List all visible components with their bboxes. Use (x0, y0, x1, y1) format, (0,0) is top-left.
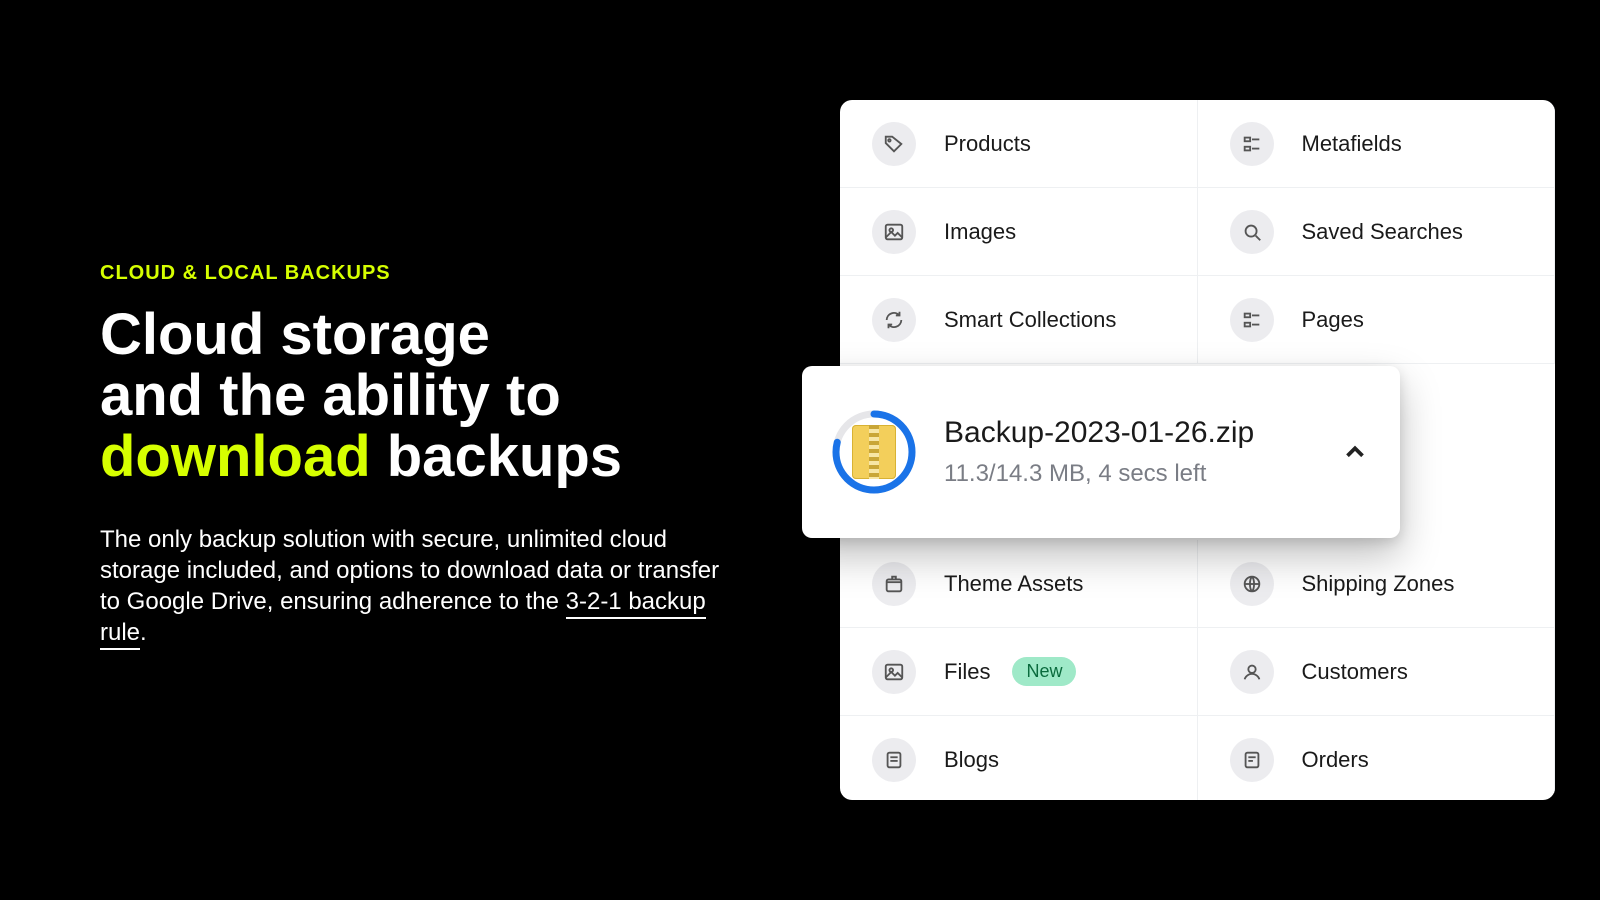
panel-item-label: Customers (1302, 659, 1408, 685)
eyebrow: CLOUD & LOCAL BACKUPS (100, 262, 720, 285)
headline-line2: and the ability to (100, 363, 561, 428)
panel-item-orders[interactable]: Orders (1198, 716, 1556, 800)
panel-item-saved-searches[interactable]: Saved Searches (1198, 188, 1556, 276)
body-text: The only backup solution with secure, un… (100, 524, 720, 649)
panel-item-label: Files (944, 659, 990, 685)
tag-icon (872, 122, 916, 166)
hero-text: CLOUD & LOCAL BACKUPS Cloud storage and … (100, 262, 720, 648)
download-filename: Backup-2023-01-26.zip (944, 416, 1254, 450)
panel-item-metafields[interactable]: Metafields (1198, 100, 1556, 188)
panel-item-label: Products (944, 131, 1031, 157)
panel-item-customers[interactable]: Customers (1198, 628, 1556, 716)
panel-item-label: Images (944, 219, 1016, 245)
panel-item-label: Saved Searches (1302, 219, 1463, 245)
download-status: 11.3/14.3 MB, 4 secs left (944, 460, 1254, 488)
panel-item-label: Blogs (944, 747, 999, 773)
panel-item-label: Pages (1302, 307, 1364, 333)
headline-accent: download (100, 424, 371, 489)
refresh-icon (872, 298, 916, 342)
panel-item-smart-collections[interactable]: Smart Collections (840, 276, 1198, 364)
download-card[interactable]: Backup-2023-01-26.zip 11.3/14.3 MB, 4 se… (802, 366, 1400, 538)
image-icon (872, 210, 916, 254)
panel-item-products[interactable]: Products (840, 100, 1198, 188)
panel-item-theme-assets[interactable]: Theme Assets (840, 540, 1198, 628)
panel-item-label: Shipping Zones (1302, 571, 1455, 597)
panel-item-images[interactable]: Images (840, 188, 1198, 276)
panel-item-label: Orders (1302, 747, 1369, 773)
globe-icon (1230, 562, 1274, 606)
search-icon (1230, 210, 1274, 254)
list-icon (1230, 122, 1274, 166)
download-text: Backup-2023-01-26.zip 11.3/14.3 MB, 4 se… (944, 416, 1254, 488)
panel-item-blogs[interactable]: Blogs (840, 716, 1198, 800)
image-icon (872, 650, 916, 694)
headline-line3: backups (371, 424, 622, 489)
headline-line1: Cloud storage (100, 302, 490, 367)
panel-item-shipping-zones[interactable]: Shipping Zones (1198, 540, 1556, 628)
list-icon (1230, 298, 1274, 342)
new-badge: New (1012, 657, 1076, 686)
panel-item-label: Smart Collections (944, 307, 1116, 333)
panel-item-pages[interactable]: Pages (1198, 276, 1556, 364)
progress-ring (832, 410, 916, 494)
zip-file-icon (852, 425, 896, 479)
panel-item-label: Metafields (1302, 131, 1402, 157)
user-icon (1230, 650, 1274, 694)
body-part2: . (140, 619, 147, 646)
note-icon (872, 738, 916, 782)
receipt-icon (1230, 738, 1274, 782)
panel-item-label: Theme Assets (944, 571, 1083, 597)
headline: Cloud storage and the ability to downloa… (100, 305, 720, 488)
chevron-up-icon[interactable] (1340, 437, 1370, 467)
panel-item-files[interactable]: Files New (840, 628, 1198, 716)
package-icon (872, 562, 916, 606)
